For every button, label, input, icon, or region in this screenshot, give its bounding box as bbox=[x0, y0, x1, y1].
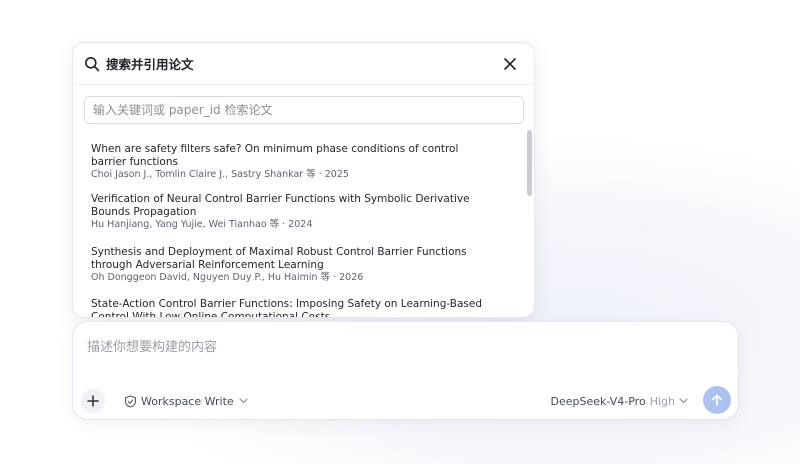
result-title: Verification of Neural Control Barrier F… bbox=[91, 193, 470, 218]
arrow-up-icon bbox=[711, 394, 723, 406]
workspace-mode-dropdown[interactable]: Workspace Write bbox=[124, 391, 248, 411]
close-icon bbox=[504, 57, 516, 70]
result-item[interactable]: Synthesis and Deployment of Maximal Robu… bbox=[91, 246, 491, 284]
results-scrollbar[interactable] bbox=[527, 130, 532, 196]
send-button[interactable] bbox=[703, 386, 731, 414]
panel-header: 搜索并引用论文 bbox=[73, 43, 534, 85]
chevron-down-icon bbox=[239, 398, 248, 404]
model-name: DeepSeek-V4-Pro bbox=[550, 394, 646, 408]
search-results-list[interactable]: When are safety filters safe? On minimum… bbox=[73, 131, 534, 318]
model-effort: High bbox=[649, 394, 675, 408]
paper-search-input[interactable] bbox=[84, 96, 524, 124]
prompt-composer: Workspace Write DeepSeek-V4-Pro High bbox=[72, 321, 739, 420]
result-item[interactable]: State-Action Control Barrier Functions: … bbox=[91, 298, 491, 318]
result-meta: Hu Hanjiang, Yang Yujie, Wei Tianhao 等 ·… bbox=[91, 219, 313, 230]
result-item[interactable]: When are safety filters safe? On minimum… bbox=[91, 143, 491, 181]
result-item[interactable]: Verification of Neural Control Barrier F… bbox=[91, 193, 491, 231]
close-button[interactable] bbox=[500, 54, 520, 74]
add-attachment-button[interactable] bbox=[81, 389, 105, 413]
result-meta: Oh Donggeon David, Nguyen Duy P., Hu Hai… bbox=[91, 272, 364, 283]
result-title: State-Action Control Barrier Functions: … bbox=[91, 298, 483, 318]
result-title: Synthesis and Deployment of Maximal Robu… bbox=[91, 246, 467, 271]
result-title: When are safety filters safe? On minimum… bbox=[91, 143, 459, 168]
shield-check-icon bbox=[124, 394, 137, 408]
chevron-down-icon bbox=[679, 398, 688, 404]
workspace-mode-label: Workspace Write bbox=[141, 394, 234, 408]
panel-title: 搜索并引用论文 bbox=[106, 57, 194, 72]
citation-search-panel: 搜索并引用论文 When are safety filters safe? On… bbox=[72, 42, 535, 318]
plus-icon bbox=[87, 395, 99, 407]
result-meta: Choi Jason J., Tomlin Claire J., Sastry … bbox=[91, 169, 349, 180]
search-icon bbox=[84, 56, 100, 72]
model-selector-dropdown[interactable]: DeepSeek-V4-Pro High bbox=[551, 391, 688, 411]
prompt-input[interactable] bbox=[87, 334, 717, 360]
